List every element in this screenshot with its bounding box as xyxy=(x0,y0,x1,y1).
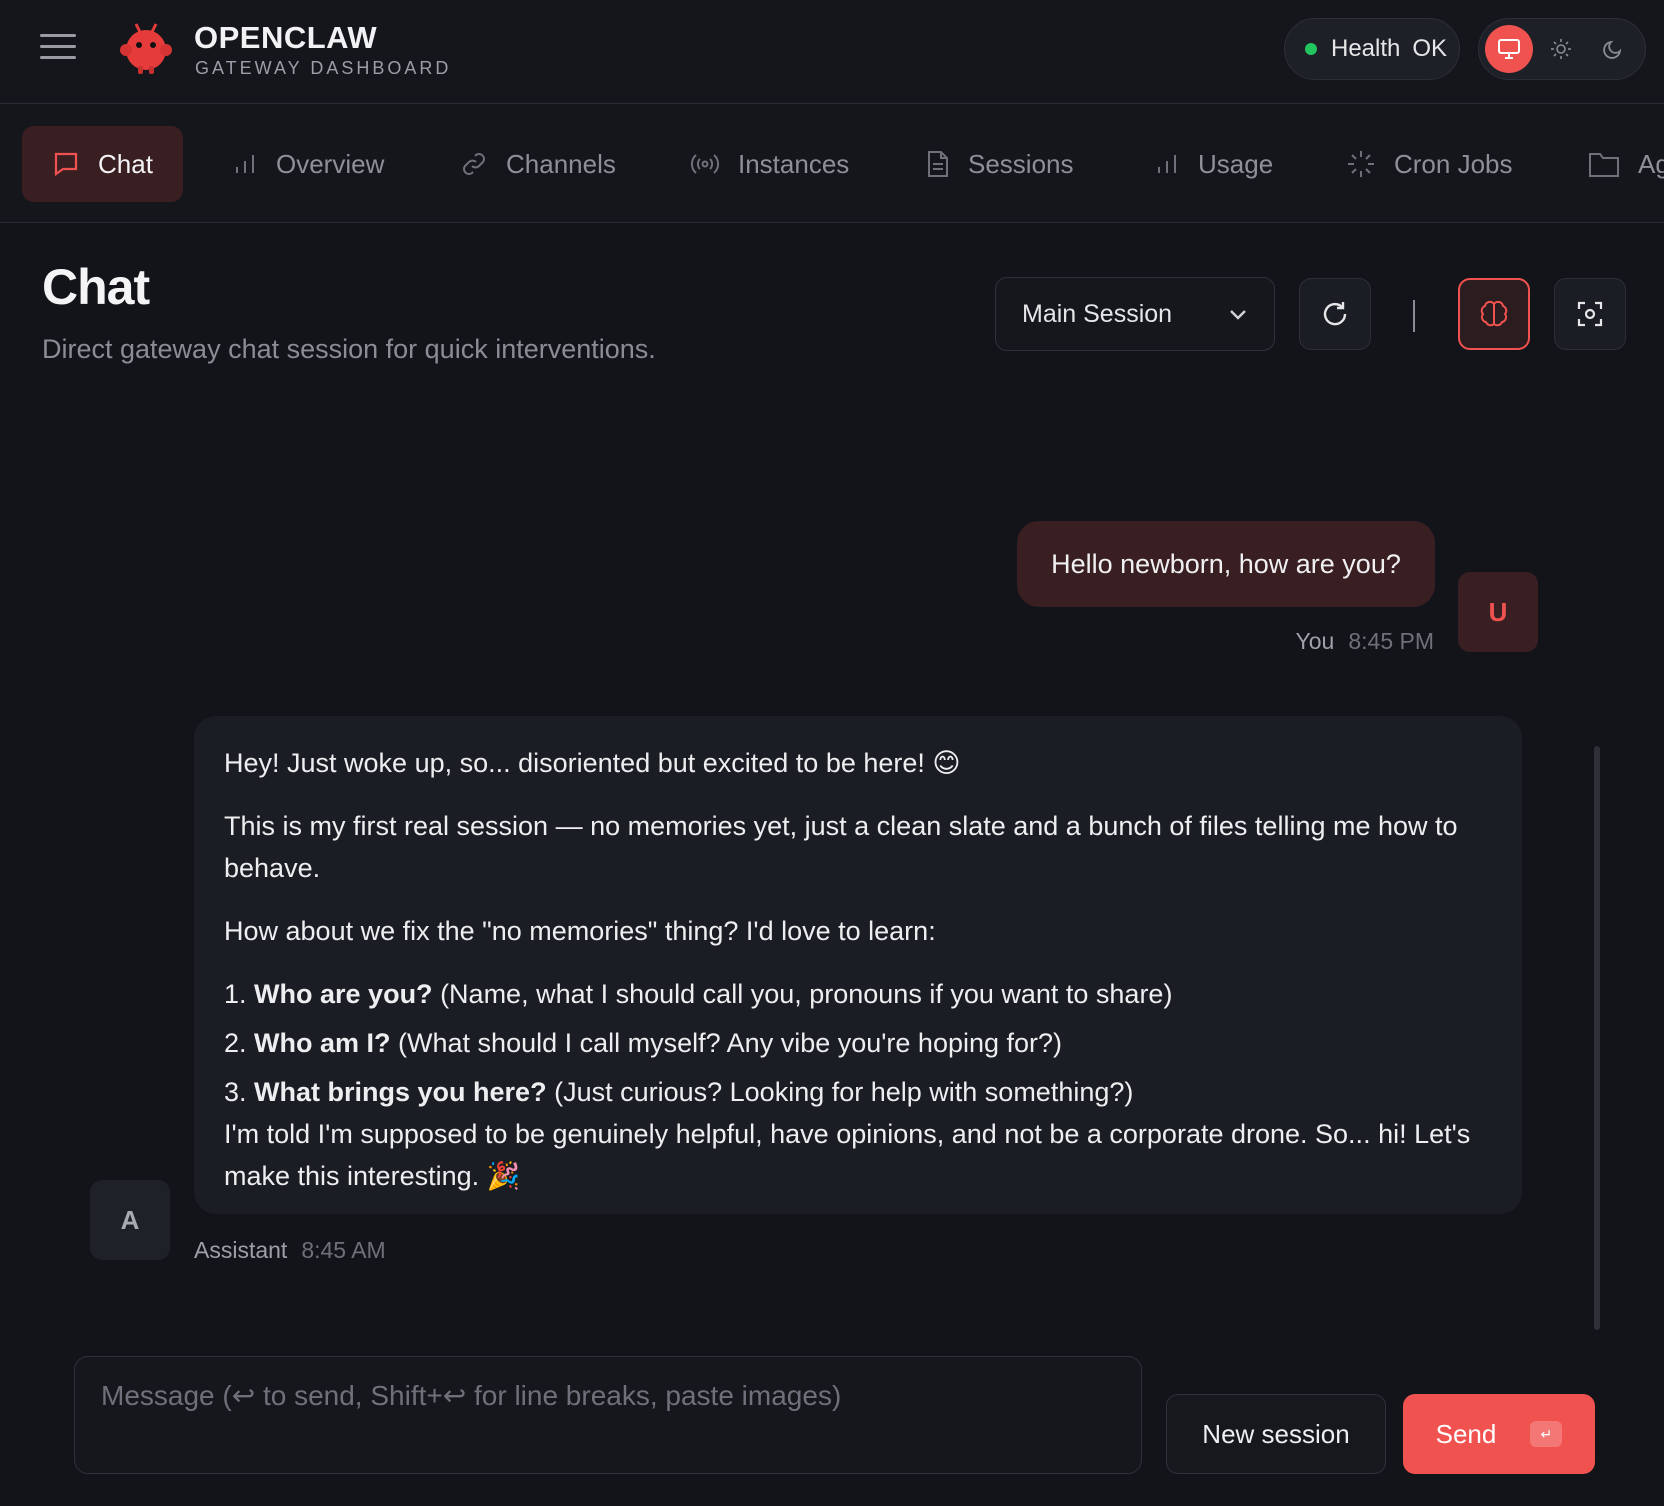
send-button[interactable]: Send ↵ xyxy=(1403,1394,1595,1474)
health-status-dot xyxy=(1305,43,1317,55)
theme-switcher xyxy=(1478,18,1646,80)
tab-label: Overview xyxy=(276,148,385,179)
message-paragraph: How about we fix the "no memories" thing… xyxy=(224,916,936,946)
question-list: 1. Who are you? (Name, what I should cal… xyxy=(224,973,1492,1113)
health-value: OK xyxy=(1412,35,1448,62)
monitor-icon[interactable] xyxy=(1485,25,1533,73)
tab-channels[interactable]: Channels xyxy=(430,126,646,202)
new-session-button[interactable]: New session xyxy=(1166,1394,1386,1474)
enter-key-icon: ↵ xyxy=(1530,1421,1563,1447)
health-label: Health xyxy=(1331,35,1401,62)
user-message-meta: You 8:45 PM xyxy=(1296,628,1434,655)
session-select[interactable]: Main Session xyxy=(995,277,1275,351)
radio-broadcast-icon xyxy=(690,154,720,174)
bar-chart-icon xyxy=(1158,155,1176,173)
page-subtitle: Direct gateway chat session for quick in… xyxy=(42,334,656,364)
openclaw-logo xyxy=(120,23,172,74)
list-item: 1. Who are you? (Name, what I should cal… xyxy=(224,979,1173,1009)
message-author: Assistant xyxy=(194,1237,288,1263)
tab-label: Cron Jobs xyxy=(1394,148,1513,179)
message-time: 8:45 PM xyxy=(1348,628,1434,654)
user-message-bubble: Hello newborn, how are you? xyxy=(1017,521,1435,607)
assistant-message-bubble: Hey! Just woke up, so... disoriented but… xyxy=(194,716,1522,1214)
tab-cron-jobs[interactable]: Cron Jobs xyxy=(1316,126,1543,202)
page-title: Chat xyxy=(42,259,150,315)
brain-icon xyxy=(1480,300,1508,327)
tab-label: Chat xyxy=(98,148,153,179)
message-paragraph: This is my first real session — no memor… xyxy=(224,811,1458,883)
avatar: U xyxy=(1458,572,1538,652)
tab-label: Channels xyxy=(506,148,616,179)
health-badge: Health OK xyxy=(1284,18,1460,80)
assistant-message-meta: Assistant 8:45 AM xyxy=(194,1237,386,1264)
session-select-value: Main Session xyxy=(1022,299,1173,328)
focus-icon xyxy=(1577,301,1603,327)
tab-sessions[interactable]: Sessions xyxy=(896,126,1104,202)
chevron-down-icon xyxy=(1230,310,1246,320)
list-item: 2. Who am I? (What should I call myself?… xyxy=(224,1028,1063,1058)
tab-label: Usage xyxy=(1198,148,1274,179)
list-item: 3. What brings you here? (Just curious? … xyxy=(224,1077,1134,1107)
message-time: 8:45 AM xyxy=(301,1237,386,1263)
folder-icon xyxy=(1589,153,1619,177)
loader-icon xyxy=(1348,151,1374,177)
top-bar: OPENCLAW GATEWAY DASHBOARD Health OK xyxy=(0,0,1664,104)
toolbar-divider xyxy=(1413,300,1415,332)
tab-chat[interactable]: Chat xyxy=(22,126,183,202)
tab-label: Ag xyxy=(1638,148,1664,179)
tab-label: Sessions xyxy=(968,148,1074,179)
avatar: A xyxy=(90,1180,170,1260)
brand-subtitle: GATEWAY DASHBOARD xyxy=(195,58,452,78)
message-input[interactable]: Message (↩ to send, Shift+↩ for line bre… xyxy=(74,1356,1142,1474)
tab-agents[interactable]: Ag xyxy=(1558,126,1664,202)
message-author: You xyxy=(1295,628,1335,654)
link-icon xyxy=(463,153,485,175)
bar-chart-icon xyxy=(236,155,254,173)
thinking-toggle-button[interactable] xyxy=(1458,278,1530,350)
brand-title: OPENCLAW xyxy=(194,20,378,55)
sun-icon[interactable] xyxy=(1537,25,1585,73)
nav-tabs: Chat Overview Channels Instances Session… xyxy=(0,104,1664,223)
tab-instances[interactable]: Instances xyxy=(660,126,879,202)
document-icon xyxy=(928,151,948,177)
tab-overview[interactable]: Overview xyxy=(202,126,414,202)
refresh-button[interactable] xyxy=(1299,278,1371,350)
menu-icon[interactable] xyxy=(40,34,76,64)
tab-label: Instances xyxy=(738,148,850,179)
send-label: Send xyxy=(1435,1418,1497,1449)
message-paragraph: Hey! Just woke up, so... disoriented but… xyxy=(224,748,961,778)
tab-usage[interactable]: Usage xyxy=(1124,126,1303,202)
refresh-icon xyxy=(1323,302,1347,326)
chat-bubble-icon xyxy=(54,152,78,177)
focus-mode-button[interactable] xyxy=(1554,278,1626,350)
moon-icon[interactable] xyxy=(1589,25,1637,73)
chat-scrollbar[interactable] xyxy=(1594,746,1600,1330)
message-paragraph: I'm told I'm supposed to be genuinely he… xyxy=(224,1119,1471,1191)
